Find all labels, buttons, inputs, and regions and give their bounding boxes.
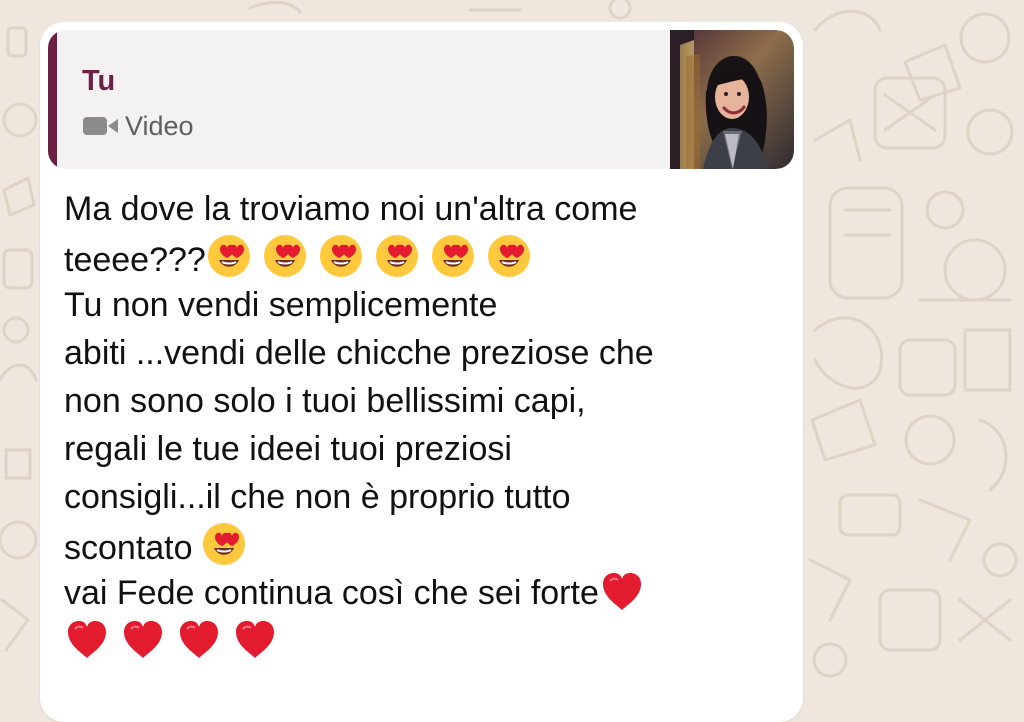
message-line-7: consigli...il che non è proprio tutto: [64, 478, 571, 516]
message-line-8: scontato: [64, 521, 784, 569]
red-heart-emoji: [124, 621, 162, 658]
message-line-2: teeee???: [64, 233, 784, 281]
video-thumbnail[interactable]: [670, 30, 794, 169]
message-text: Ma dove la troviamo noi un'altra come te…: [64, 185, 784, 665]
heart-eyes-emoji: [319, 235, 362, 277]
heart-eyes-emoji: [207, 235, 250, 277]
message-line-9-text: vai Fede continua così che sei forte: [64, 574, 599, 612]
heart-eyes-emoji-row: [206, 233, 532, 279]
message-bubble[interactable]: Tu Video Ma dove la troviamo noi un'altr…: [40, 22, 803, 722]
message-line-2-text: teeee???: [64, 241, 206, 279]
message-line-4: abiti ...vendi delle chicche preziose ch…: [64, 334, 654, 372]
message-line-8-text: scontato: [64, 529, 193, 567]
message-line-5: non sono solo i tuoi bellissimi capi,: [64, 382, 586, 420]
video-label: Video: [125, 111, 194, 141]
message-line-10: [64, 617, 784, 665]
woman-portrait-thumbnail: [670, 30, 794, 169]
heart-eyes-emoji: [202, 523, 245, 565]
red-heart-emoji: [236, 621, 274, 658]
quote-accent-bar: [48, 30, 57, 169]
message-line-3: Tu non vendi semplicemente: [64, 286, 498, 324]
red-heart-emoji: [602, 573, 641, 610]
heart-eyes-emoji: [487, 235, 530, 277]
message-line-1: Ma dove la troviamo noi un'altra come: [64, 190, 638, 228]
heart-eyes-emoji: [431, 235, 474, 277]
heart-eyes-emoji: [375, 235, 418, 277]
message-line-6: regali le tue ideei tuoi preziosi: [64, 430, 512, 468]
red-heart-emoji: [180, 621, 218, 658]
red-heart-emoji-row: [64, 618, 278, 660]
quoted-author: Tu: [82, 65, 116, 97]
red-heart-emoji-inline: [599, 570, 645, 612]
quoted-reply[interactable]: Tu Video: [48, 30, 794, 169]
video-camera-icon: [83, 117, 118, 135]
red-heart-emoji: [68, 621, 106, 658]
message-line-9: vai Fede continua così che sei forte: [64, 569, 784, 617]
quoted-media-label: Video: [82, 109, 194, 143]
heart-eyes-emoji: [263, 235, 306, 277]
heart-eyes-emoji-single: [201, 521, 247, 567]
